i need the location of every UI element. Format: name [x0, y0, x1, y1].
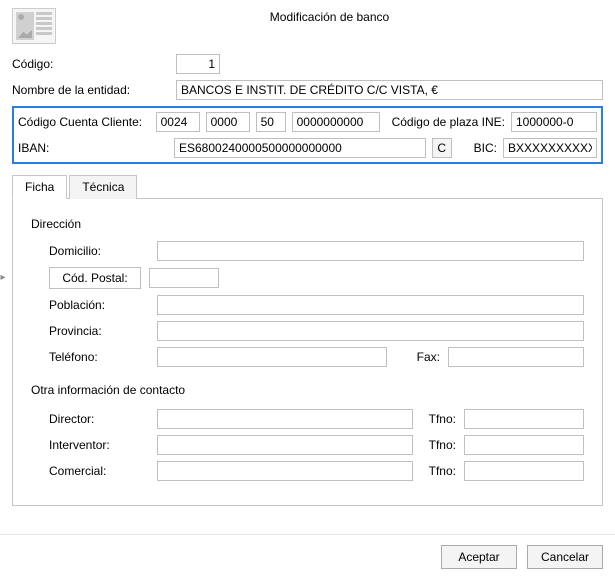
ccc-label: Código Cuenta Cliente: — [18, 115, 150, 129]
account-frame: Código Cuenta Cliente: Código de plaza I… — [12, 106, 603, 164]
director-tfno-label: Tfno: — [429, 412, 456, 426]
poblacion-input[interactable] — [157, 295, 584, 315]
director-input[interactable] — [157, 409, 413, 429]
fax-label: Fax: — [417, 350, 440, 364]
calculate-button[interactable]: C — [432, 138, 452, 158]
director-label: Director: — [49, 412, 149, 426]
director-tfno-input[interactable] — [464, 409, 584, 429]
interventor-input[interactable] — [157, 435, 413, 455]
ccc-entity-input[interactable] — [156, 112, 200, 132]
thumbnail-icon — [12, 8, 56, 44]
comercial-label: Comercial: — [49, 464, 149, 478]
ccc-account-input[interactable] — [292, 112, 380, 132]
interventor-label: Interventor: — [49, 438, 149, 452]
entidad-input[interactable] — [176, 80, 603, 100]
ccc-office-input[interactable] — [206, 112, 250, 132]
comercial-tfno-input[interactable] — [464, 461, 584, 481]
iban-input[interactable] — [174, 138, 426, 158]
interventor-tfno-label: Tfno: — [429, 438, 456, 452]
cod-postal-input[interactable] — [149, 268, 219, 288]
cancel-button[interactable]: Cancelar — [527, 545, 603, 569]
iban-label: IBAN: — [18, 141, 168, 155]
accept-button[interactable]: Aceptar — [441, 545, 517, 569]
provincia-input[interactable] — [157, 321, 584, 341]
ccc-control-input[interactable] — [256, 112, 286, 132]
entidad-label: Nombre de la entidad: — [12, 83, 170, 97]
interventor-tfno-input[interactable] — [464, 435, 584, 455]
bic-input[interactable] — [503, 138, 597, 158]
fax-input[interactable] — [448, 347, 584, 367]
dialog-footer: Aceptar Cancelar — [0, 534, 615, 579]
otra-section-title: Otra información de contacto — [31, 383, 584, 397]
provincia-label: Provincia: — [49, 324, 149, 338]
poblacion-label: Población: — [49, 298, 149, 312]
tab-strip: Ficha Técnica — [12, 174, 603, 199]
comercial-tfno-label: Tfno: — [429, 464, 456, 478]
telefono-label: Teléfono: — [49, 350, 149, 364]
codigo-label: Código: — [12, 57, 170, 71]
bic-label: BIC: — [474, 141, 497, 155]
domicilio-input[interactable] — [157, 241, 584, 261]
comercial-input[interactable] — [157, 461, 413, 481]
tab-tecnica[interactable]: Técnica — [69, 175, 137, 199]
direccion-section-title: Dirección — [31, 217, 584, 231]
page-title: Modificación de banco — [56, 8, 603, 24]
tab-ficha[interactable]: Ficha — [12, 175, 67, 199]
telefono-input[interactable] — [157, 347, 387, 367]
domicilio-label: Domicilio: — [49, 244, 149, 258]
ine-label: Código de plaza INE: — [392, 115, 505, 129]
cod-postal-button[interactable]: Cód. Postal: — [49, 267, 141, 289]
codigo-input[interactable] — [176, 54, 220, 74]
tab-body-ficha: Dirección Domicilio: Cód. Postal: Poblac… — [12, 199, 603, 506]
ine-input[interactable] — [511, 112, 597, 132]
expand-chevron-icon[interactable]: ▸ — [0, 272, 8, 283]
